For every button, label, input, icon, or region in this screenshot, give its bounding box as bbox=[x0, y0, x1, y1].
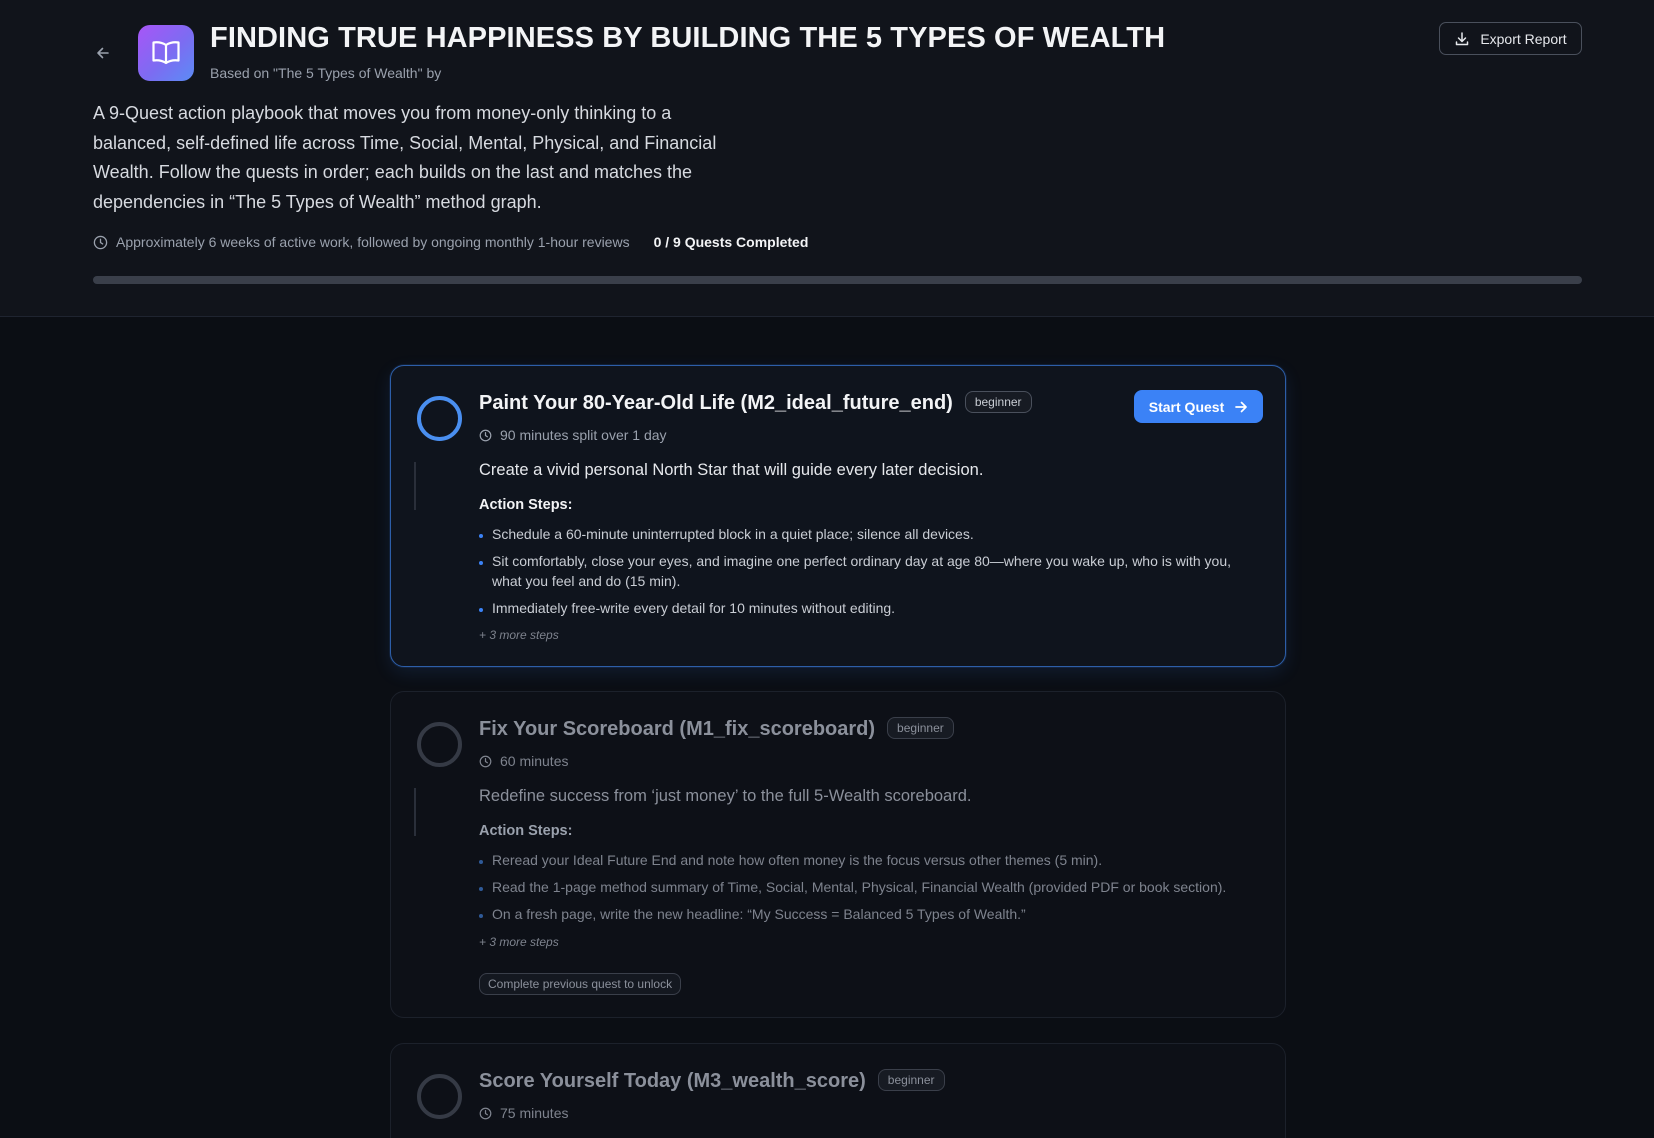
action-step: Schedule a 60-minute uninterrupted block… bbox=[479, 524, 1259, 544]
action-step: Read the 1-page method summary of Time, … bbox=[479, 877, 1259, 897]
start-quest-button[interactable]: Start Quest bbox=[1134, 390, 1263, 423]
app-logo bbox=[138, 25, 194, 81]
quest-rail bbox=[414, 788, 416, 836]
quest-rail bbox=[414, 462, 416, 510]
quest-status-circle bbox=[417, 1074, 462, 1119]
open-book-icon bbox=[151, 40, 181, 66]
playbook-header: FINDING TRUE HAPPINESS BY BUILDING THE 5… bbox=[0, 0, 1654, 317]
quest-duration: 90 minutes split over 1 day bbox=[479, 427, 667, 443]
download-icon bbox=[1454, 31, 1470, 47]
quest-status-circle bbox=[417, 722, 462, 767]
quest-card: Score Yourself Today (M3_wealth_score) be… bbox=[390, 1043, 1286, 1138]
quest-duration: 60 minutes bbox=[479, 753, 568, 769]
arrow-left-icon bbox=[96, 46, 110, 60]
action-steps-list: Schedule a 60-minute uninterrupted block… bbox=[479, 524, 1259, 625]
quest-goal: Create a vivid personal North Star that … bbox=[479, 461, 984, 479]
more-steps-link[interactable]: + 3 more steps bbox=[479, 628, 559, 642]
quests-completed-count: 0 / 9 Quests Completed bbox=[653, 234, 809, 250]
action-steps-heading: Action Steps: bbox=[479, 497, 573, 513]
back-button[interactable] bbox=[90, 40, 116, 66]
export-report-button[interactable]: Export Report bbox=[1439, 22, 1582, 55]
quest-title: Fix Your Scoreboard (M1_fix_scoreboard) b… bbox=[479, 717, 954, 741]
playbook-meta: Approximately 6 weeks of active work, fo… bbox=[93, 233, 808, 251]
difficulty-badge: beginner bbox=[877, 1069, 945, 1091]
action-steps-heading: Action Steps: bbox=[479, 823, 573, 839]
clock-icon bbox=[479, 755, 500, 768]
action-step: Sit comfortably, close your eyes, and im… bbox=[479, 551, 1259, 591]
page-title: FINDING TRUE HAPPINESS BY BUILDING THE 5… bbox=[210, 22, 1166, 54]
quest-card: Paint Your 80-Year-Old Life (M2_ideal_fu… bbox=[390, 365, 1286, 667]
clock-icon bbox=[93, 235, 108, 250]
clock-icon bbox=[479, 429, 500, 442]
playbook-duration: Approximately 6 weeks of active work, fo… bbox=[116, 234, 630, 250]
arrow-right-icon bbox=[1234, 400, 1248, 414]
locked-badge: Complete previous quest to unlock bbox=[479, 973, 682, 995]
action-step: Reread your Ideal Future End and note ho… bbox=[479, 850, 1259, 870]
quest-duration: 75 minutes bbox=[479, 1105, 568, 1121]
action-step: Immediately free-write every detail for … bbox=[479, 598, 1259, 618]
quest-title: Paint Your 80-Year-Old Life (M2_ideal_fu… bbox=[479, 391, 1032, 415]
difficulty-badge: beginner bbox=[964, 391, 1032, 413]
progress-bar bbox=[93, 276, 1582, 284]
quest-title: Score Yourself Today (M3_wealth_score) be… bbox=[479, 1069, 945, 1093]
quest-status-circle[interactable] bbox=[417, 396, 462, 441]
quest-card: Fix Your Scoreboard (M1_fix_scoreboard) b… bbox=[390, 691, 1286, 1018]
export-report-label: Export Report bbox=[1480, 30, 1567, 47]
difficulty-badge: beginner bbox=[887, 717, 954, 739]
more-steps-link[interactable]: + 3 more steps bbox=[479, 935, 559, 949]
start-quest-label: Start Quest bbox=[1148, 398, 1225, 415]
playbook-description: A 9-Quest action playbook that moves you… bbox=[93, 103, 717, 212]
action-steps-list: Reread your Ideal Future End and note ho… bbox=[479, 850, 1259, 931]
page-subtitle: Based on "The 5 Types of Wealth" by bbox=[210, 65, 442, 81]
quest-goal: Redefine success from ‘just money’ to th… bbox=[479, 787, 972, 805]
clock-icon bbox=[479, 1107, 500, 1120]
action-step: On a fresh page, write the new headline:… bbox=[479, 904, 1259, 924]
